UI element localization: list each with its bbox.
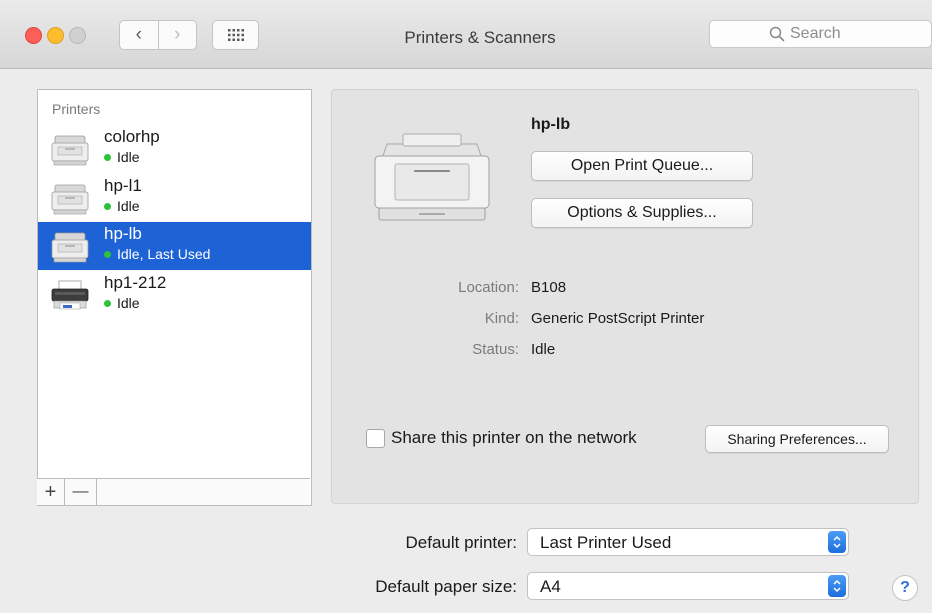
printer-name: hp1-212 xyxy=(104,273,167,292)
forward-button[interactable]: › xyxy=(157,21,197,49)
grid-icon xyxy=(227,29,244,41)
help-button[interactable]: ? xyxy=(892,575,918,601)
remove-printer-button[interactable]: — xyxy=(65,479,97,505)
laser-printer-icon xyxy=(51,135,89,166)
printer-status-text: Idle xyxy=(117,198,140,214)
add-printer-button[interactable]: + xyxy=(37,479,65,505)
share-printer-label: Share this printer on the network xyxy=(391,428,637,447)
search-icon xyxy=(769,26,785,42)
kind-value: Generic PostScript Printer xyxy=(531,310,705,327)
default-printer-select[interactable]: Last Printer Used xyxy=(527,528,849,556)
minus-icon: — xyxy=(72,483,89,500)
printer-list-header: Printers xyxy=(52,101,101,117)
navigation-group: ‹ › xyxy=(119,20,197,50)
location-label: Location: xyxy=(458,279,519,296)
printer-item-hp-lb[interactable]: hp-lb Idle, Last Used xyxy=(38,222,311,270)
status-value: Idle xyxy=(531,341,556,358)
printer-status: Idle xyxy=(104,149,140,165)
kind-label: Kind: xyxy=(484,310,519,327)
printer-item-colorhp[interactable]: colorhp Idle xyxy=(38,125,311,173)
location-value: B108 xyxy=(531,279,567,296)
printer-item-hp1-212[interactable]: hp1-212 Idle xyxy=(38,271,311,319)
printer-status-text: Idle, Last Used xyxy=(117,246,211,262)
options-supplies-button[interactable]: Options & Supplies... xyxy=(531,198,753,228)
plus-icon: + xyxy=(44,480,57,503)
status-dot-icon xyxy=(104,154,111,161)
status-dot-icon xyxy=(104,251,111,258)
printer-status: Idle xyxy=(104,295,140,311)
default-printer-value: Last Printer Used xyxy=(540,533,672,552)
printer-item-hp-l1[interactable]: hp-l1 Idle xyxy=(38,174,311,222)
printer-name: hp-lb xyxy=(104,224,142,243)
question-mark-icon: ? xyxy=(900,579,910,596)
share-printer-checkbox[interactable] xyxy=(366,429,385,448)
popup-arrows-icon xyxy=(828,531,846,553)
printer-name: hp-l1 xyxy=(104,176,142,195)
printer-status-text: Idle xyxy=(117,295,140,311)
popup-arrows-icon xyxy=(828,575,846,597)
default-printer-label: Default printer: xyxy=(405,533,518,552)
printer-status: Idle, Last Used xyxy=(104,246,210,262)
open-print-queue-button[interactable]: Open Print Queue... xyxy=(531,151,753,181)
laser-printer-icon xyxy=(51,184,89,215)
printer-list: Printers colorhp Idle hp-l1 Idle hp-lb I… xyxy=(37,89,312,506)
chevron-left-icon: ‹ xyxy=(135,24,142,45)
printer-list-toolbar: + — xyxy=(37,478,310,505)
minimize-window-button[interactable] xyxy=(47,27,64,44)
printer-status: Idle xyxy=(104,198,140,214)
printer-name: colorhp xyxy=(104,127,160,146)
back-button[interactable]: ‹ xyxy=(120,21,158,49)
close-window-button[interactable] xyxy=(25,27,42,44)
window-title: Printers & Scanners xyxy=(404,28,556,47)
search-field xyxy=(709,20,932,50)
status-dot-icon xyxy=(104,300,111,307)
chevron-right-icon: › xyxy=(174,24,181,45)
printer-status-text: Idle xyxy=(117,149,140,165)
inkjet-printer-icon xyxy=(51,280,89,310)
laser-printer-icon xyxy=(51,232,89,263)
default-paper-size-label: Default paper size: xyxy=(375,577,517,596)
default-paper-size-value: A4 xyxy=(540,577,561,596)
search-input[interactable] xyxy=(709,20,932,48)
selected-printer-icon xyxy=(374,133,490,221)
status-label: Status: xyxy=(472,341,519,358)
sharing-preferences-button[interactable]: Sharing Preferences... xyxy=(705,425,889,453)
show-all-preferences-button[interactable] xyxy=(212,20,259,50)
default-paper-size-select[interactable]: A4 xyxy=(527,572,849,600)
selected-printer-name: hp-lb xyxy=(531,116,571,133)
status-dot-icon xyxy=(104,203,111,210)
zoom-window-button[interactable] xyxy=(69,27,86,44)
